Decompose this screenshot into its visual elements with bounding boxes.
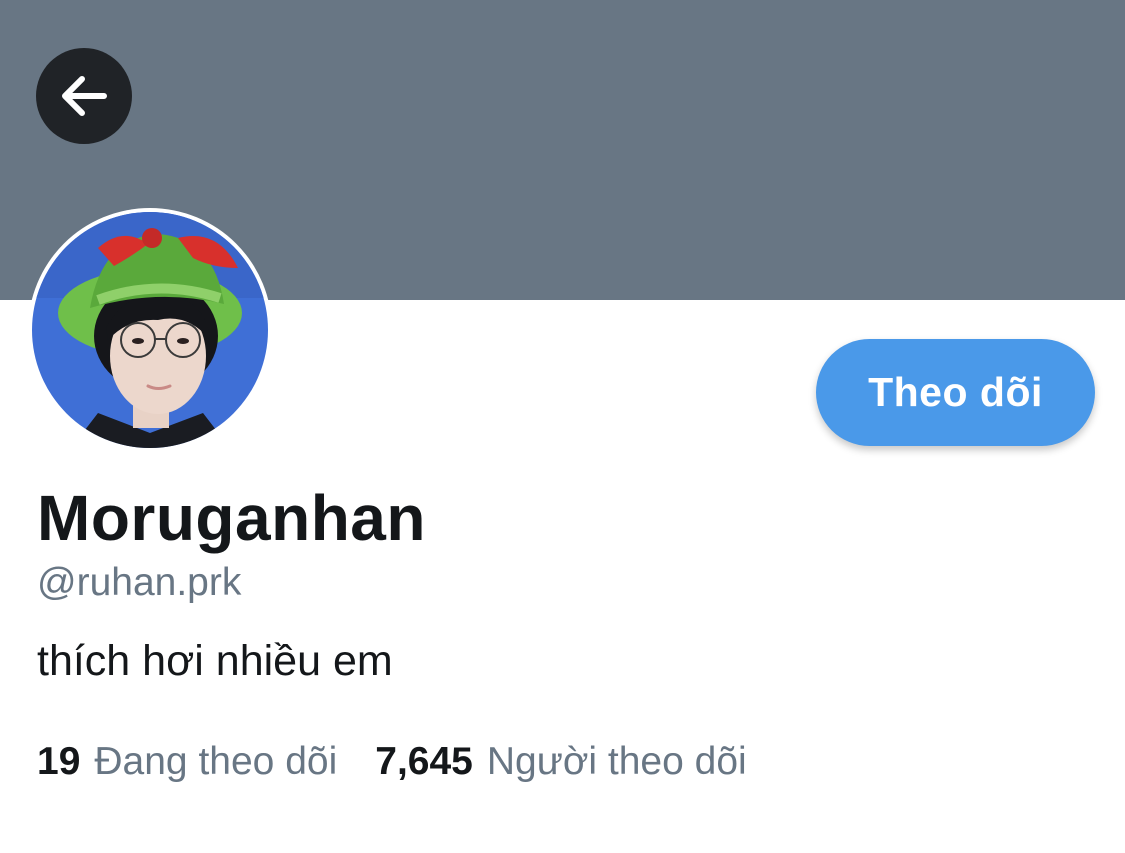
following-label: Đang theo dõi <box>94 740 338 783</box>
back-button[interactable] <box>36 48 132 144</box>
profile-display-name: Moruganhan <box>37 482 426 554</box>
following-stat[interactable]: 19 Đang theo dõi <box>37 742 337 781</box>
following-count: 19 <box>37 740 81 783</box>
follow-button[interactable]: Theo dõi <box>816 339 1095 446</box>
arrow-left-icon <box>62 76 107 116</box>
profile-handle: @ruhan.prk <box>37 561 242 604</box>
followers-stat[interactable]: 7,645 Người theo dõi <box>375 742 746 781</box>
profile-stats: 19 Đang theo dõi 7,645 Người theo dõi <box>37 742 747 781</box>
followers-count: 7,645 <box>375 740 473 783</box>
profile-bio: thích hơi nhiều em <box>37 637 393 685</box>
avatar[interactable] <box>28 208 272 452</box>
followers-label: Người theo dõi <box>486 740 747 783</box>
